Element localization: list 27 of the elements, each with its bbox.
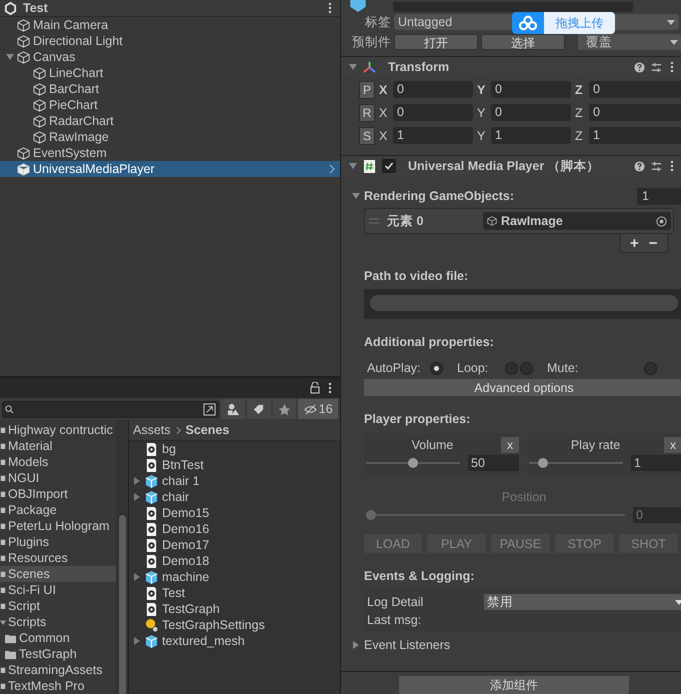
option-label: Mute: [547, 361, 578, 375]
section-label: Additional properties: [364, 335, 495, 351]
axis-label: Z [575, 82, 584, 96]
axis-label: Z [575, 106, 584, 120]
scene-title: Test [23, 1, 48, 15]
axis-label: X [379, 106, 388, 120]
axis-label: X [379, 82, 388, 96]
field-label: Last msg: [367, 613, 422, 627]
element-label: 元素 0 [387, 212, 424, 230]
field-label: Rendering GameObjects: [364, 189, 514, 203]
axis-label: Y [477, 106, 486, 120]
breadcrumb-current: Scenes [186, 423, 230, 437]
axis-label: Y [477, 128, 486, 142]
section-label: Player properties: [364, 412, 472, 428]
tag-label: 标签 [364, 14, 391, 30]
axis-label: X [379, 128, 388, 142]
option-label: AutoPlay: [367, 361, 421, 375]
axis-label: Z [575, 128, 584, 142]
section-label: Events & Logging: [364, 569, 476, 585]
option-label: Loop: [457, 361, 488, 375]
slider-label: Volume [410, 438, 454, 452]
section-label: Path to video file: [364, 269, 470, 285]
slider-label: Play rate [570, 438, 622, 452]
field-label: Log Detail [367, 595, 424, 609]
prefab-label: 预制件 [351, 34, 391, 50]
slider-label: Position [500, 490, 548, 504]
axis-label: Y [477, 82, 486, 96]
